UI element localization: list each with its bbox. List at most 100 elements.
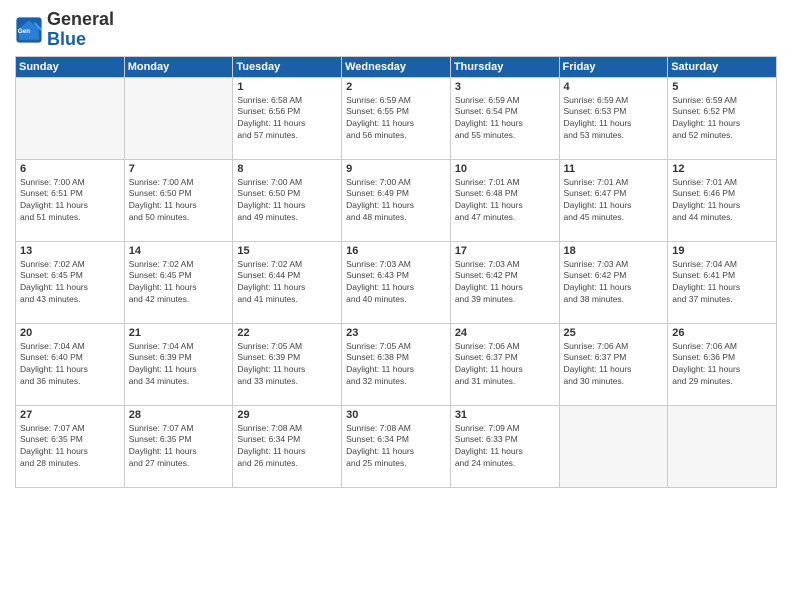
- day-number: 7: [129, 163, 229, 175]
- day-info: Sunrise: 7:08 AM Sunset: 6:34 PM Dayligh…: [346, 423, 446, 471]
- day-number: 27: [20, 409, 120, 421]
- weekday-header-row: SundayMondayTuesdayWednesdayThursdayFrid…: [16, 56, 777, 77]
- day-number: 28: [129, 409, 229, 421]
- day-info: Sunrise: 7:06 AM Sunset: 6:37 PM Dayligh…: [564, 341, 664, 389]
- calendar-cell: [559, 405, 668, 487]
- calendar-cell: 30Sunrise: 7:08 AM Sunset: 6:34 PM Dayli…: [342, 405, 451, 487]
- day-number: 18: [564, 245, 664, 257]
- calendar-cell: 4 Sunrise: 6:59 AM Sunset: 6:53 PM Daylig…: [559, 77, 668, 159]
- day-number: 13: [20, 245, 120, 257]
- calendar-cell: 18 Sunrise: 7:03 AM Sunset: 6:42 PM Dayli…: [559, 241, 668, 323]
- day-info: Sunrise: 7:03 AM Sunset: 6:42 PM Dayligh…: [564, 259, 664, 307]
- day-number: 14: [129, 245, 229, 257]
- day-number: 3: [455, 81, 555, 93]
- weekday-sunday: Sunday: [16, 56, 125, 77]
- day-number: 10: [455, 163, 555, 175]
- day-number: 5: [672, 81, 772, 93]
- day-info: Sunrise: 7:04 AM Sunset: 6:40 PM Dayligh…: [20, 341, 120, 389]
- day-info: Sunrise: 7:00 AM Sunset: 6:50 PM Dayligh…: [237, 177, 337, 225]
- day-number: 8: [237, 163, 337, 175]
- week-row-3: 13 Sunrise: 7:02 AM Sunset: 6:45 PM Dayli…: [16, 241, 777, 323]
- day-info: Sunrise: 7:06 AM Sunset: 6:36 PM Dayligh…: [672, 341, 772, 389]
- calendar-cell: 16 Sunrise: 7:03 AM Sunset: 6:43 PM Dayli…: [342, 241, 451, 323]
- day-number: 31: [455, 409, 555, 421]
- day-number: 2: [346, 81, 446, 93]
- day-number: 25: [564, 327, 664, 339]
- week-row-4: 20 Sunrise: 7:04 AM Sunset: 6:40 PM Dayli…: [16, 323, 777, 405]
- day-info: Sunrise: 7:08 AM Sunset: 6:34 PM Dayligh…: [237, 423, 337, 471]
- calendar-cell: 10Sunrise: 7:01 AM Sunset: 6:48 PM Dayli…: [450, 159, 559, 241]
- day-info: Sunrise: 7:00 AM Sunset: 6:50 PM Dayligh…: [129, 177, 229, 225]
- day-info: Sunrise: 7:01 AM Sunset: 6:46 PM Dayligh…: [672, 177, 772, 225]
- day-number: 22: [237, 327, 337, 339]
- day-info: Sunrise: 7:04 AM Sunset: 6:39 PM Dayligh…: [129, 341, 229, 389]
- day-number: 6: [20, 163, 120, 175]
- week-row-5: 27 Sunrise: 7:07 AM Sunset: 6:35 PM Dayli…: [16, 405, 777, 487]
- calendar-cell: 26Sunrise: 7:06 AM Sunset: 6:36 PM Dayli…: [668, 323, 777, 405]
- calendar-cell: 20 Sunrise: 7:04 AM Sunset: 6:40 PM Dayli…: [16, 323, 125, 405]
- day-info: Sunrise: 7:05 AM Sunset: 6:39 PM Dayligh…: [237, 341, 337, 389]
- day-info: Sunrise: 7:00 AM Sunset: 6:49 PM Dayligh…: [346, 177, 446, 225]
- day-number: 15: [237, 245, 337, 257]
- day-info: Sunrise: 7:06 AM Sunset: 6:37 PM Dayligh…: [455, 341, 555, 389]
- weekday-wednesday: Wednesday: [342, 56, 451, 77]
- calendar-cell: 24 Sunrise: 7:06 AM Sunset: 6:37 PM Dayli…: [450, 323, 559, 405]
- day-info: Sunrise: 6:59 AM Sunset: 6:54 PM Dayligh…: [455, 95, 555, 143]
- day-info: Sunrise: 6:59 AM Sunset: 6:52 PM Dayligh…: [672, 95, 772, 143]
- day-info: Sunrise: 6:58 AM Sunset: 6:56 PM Dayligh…: [237, 95, 337, 143]
- week-row-2: 6 Sunrise: 7:00 AM Sunset: 6:51 PM Daylig…: [16, 159, 777, 241]
- day-info: Sunrise: 7:02 AM Sunset: 6:45 PM Dayligh…: [129, 259, 229, 307]
- day-number: 11: [564, 163, 664, 175]
- calendar-cell: 19 Sunrise: 7:04 AM Sunset: 6:41 PM Dayli…: [668, 241, 777, 323]
- calendar-cell: 5 Sunrise: 6:59 AM Sunset: 6:52 PM Daylig…: [668, 77, 777, 159]
- day-info: Sunrise: 7:01 AM Sunset: 6:47 PM Dayligh…: [564, 177, 664, 225]
- day-info: Sunrise: 7:03 AM Sunset: 6:43 PM Dayligh…: [346, 259, 446, 307]
- calendar-cell: 13 Sunrise: 7:02 AM Sunset: 6:45 PM Dayli…: [16, 241, 125, 323]
- day-number: 19: [672, 245, 772, 257]
- day-number: 12: [672, 163, 772, 175]
- day-info: Sunrise: 7:02 AM Sunset: 6:45 PM Dayligh…: [20, 259, 120, 307]
- day-info: Sunrise: 6:59 AM Sunset: 6:53 PM Dayligh…: [564, 95, 664, 143]
- calendar-cell: 14 Sunrise: 7:02 AM Sunset: 6:45 PM Dayli…: [124, 241, 233, 323]
- day-info: Sunrise: 7:05 AM Sunset: 6:38 PM Dayligh…: [346, 341, 446, 389]
- day-number: 23: [346, 327, 446, 339]
- calendar-cell: 15 Sunrise: 7:02 AM Sunset: 6:44 PM Dayli…: [233, 241, 342, 323]
- calendar-cell: 6 Sunrise: 7:00 AM Sunset: 6:51 PM Daylig…: [16, 159, 125, 241]
- day-info: Sunrise: 7:04 AM Sunset: 6:41 PM Dayligh…: [672, 259, 772, 307]
- calendar-table: SundayMondayTuesdayWednesdayThursdayFrid…: [15, 56, 777, 488]
- calendar-cell: [16, 77, 125, 159]
- weekday-friday: Friday: [559, 56, 668, 77]
- calendar-cell: [668, 405, 777, 487]
- day-number: 20: [20, 327, 120, 339]
- day-number: 16: [346, 245, 446, 257]
- calendar-cell: 1Sunrise: 6:58 AM Sunset: 6:56 PM Daylig…: [233, 77, 342, 159]
- week-row-1: 1Sunrise: 6:58 AM Sunset: 6:56 PM Daylig…: [16, 77, 777, 159]
- logo-icon: Gen: [15, 16, 43, 44]
- day-info: Sunrise: 7:09 AM Sunset: 6:33 PM Dayligh…: [455, 423, 555, 471]
- calendar-cell: 2 Sunrise: 6:59 AM Sunset: 6:55 PM Daylig…: [342, 77, 451, 159]
- calendar-cell: 29Sunrise: 7:08 AM Sunset: 6:34 PM Dayli…: [233, 405, 342, 487]
- calendar-cell: 27Sunrise: 7:07 AM Sunset: 6:35 PM Dayli…: [16, 405, 125, 487]
- day-info: Sunrise: 7:07 AM Sunset: 6:35 PM Dayligh…: [129, 423, 229, 471]
- day-info: Sunrise: 6:59 AM Sunset: 6:55 PM Dayligh…: [346, 95, 446, 143]
- calendar-cell: 31 Sunrise: 7:09 AM Sunset: 6:33 PM Dayli…: [450, 405, 559, 487]
- logo-text: General Blue: [47, 10, 114, 50]
- svg-text:Gen: Gen: [18, 28, 30, 35]
- day-number: 21: [129, 327, 229, 339]
- logo: Gen General Blue: [15, 10, 114, 50]
- day-info: Sunrise: 7:02 AM Sunset: 6:44 PM Dayligh…: [237, 259, 337, 307]
- calendar-cell: [124, 77, 233, 159]
- calendar-cell: 8 Sunrise: 7:00 AM Sunset: 6:50 PM Daylig…: [233, 159, 342, 241]
- calendar-cell: 28 Sunrise: 7:07 AM Sunset: 6:35 PM Dayli…: [124, 405, 233, 487]
- day-info: Sunrise: 7:00 AM Sunset: 6:51 PM Dayligh…: [20, 177, 120, 225]
- day-number: 4: [564, 81, 664, 93]
- calendar-cell: 17Sunrise: 7:03 AM Sunset: 6:42 PM Dayli…: [450, 241, 559, 323]
- calendar-cell: 21 Sunrise: 7:04 AM Sunset: 6:39 PM Dayli…: [124, 323, 233, 405]
- calendar-cell: 9Sunrise: 7:00 AM Sunset: 6:49 PM Daylig…: [342, 159, 451, 241]
- day-info: Sunrise: 7:03 AM Sunset: 6:42 PM Dayligh…: [455, 259, 555, 307]
- calendar-cell: 23 Sunrise: 7:05 AM Sunset: 6:38 PM Dayli…: [342, 323, 451, 405]
- day-number: 24: [455, 327, 555, 339]
- weekday-tuesday: Tuesday: [233, 56, 342, 77]
- calendar-cell: 11 Sunrise: 7:01 AM Sunset: 6:47 PM Dayli…: [559, 159, 668, 241]
- weekday-saturday: Saturday: [668, 56, 777, 77]
